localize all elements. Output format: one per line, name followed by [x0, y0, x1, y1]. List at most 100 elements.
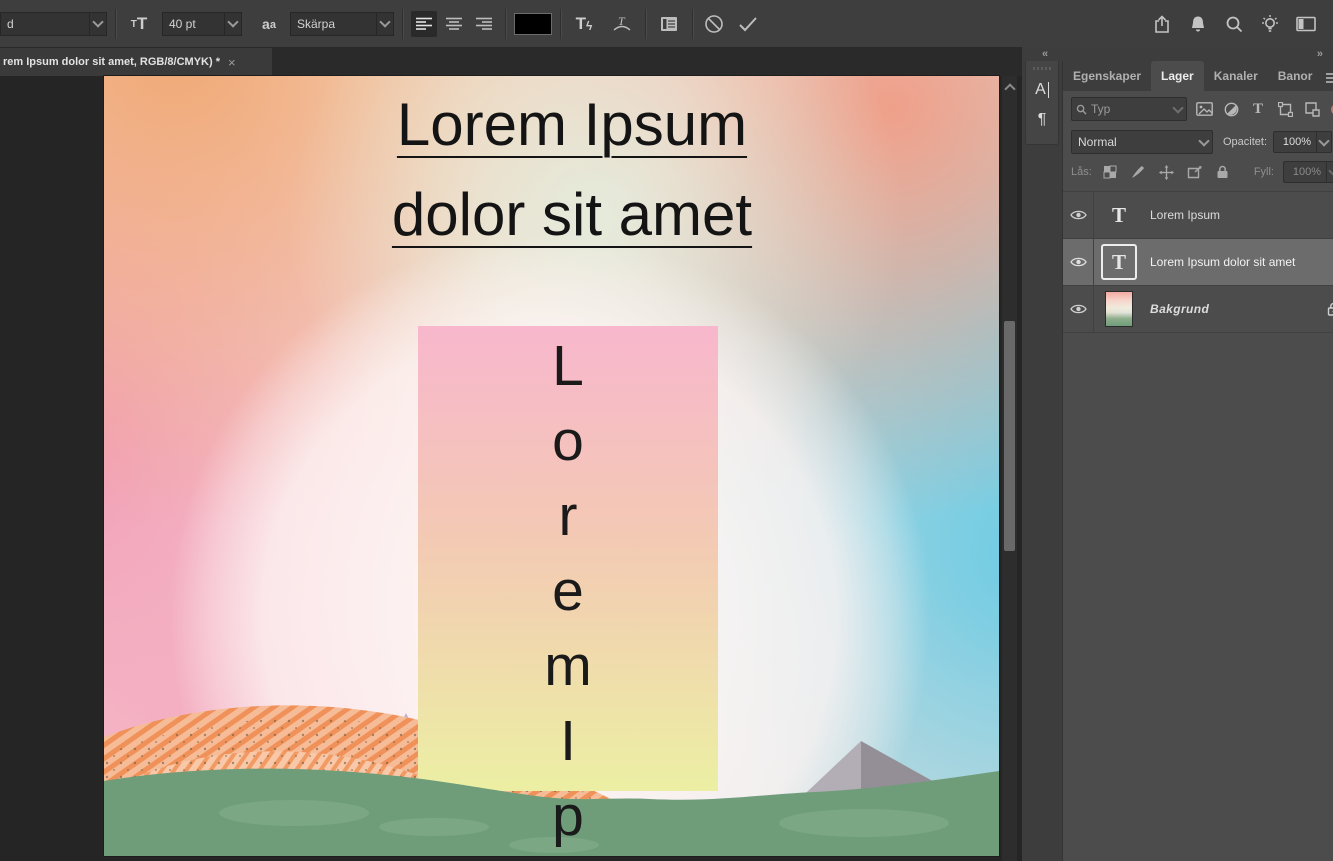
layer-row-lorem-ipsum-dolor-sit-amet[interactable]: T Lorem Ipsum dolor sit amet [1063, 239, 1333, 286]
vertical-letter: I [518, 704, 618, 779]
search-button[interactable] [1221, 11, 1247, 37]
lock-row: Lås: [1063, 157, 1333, 187]
canvas-vertical-scrollbar[interactable] [1002, 76, 1017, 861]
tab-banor[interactable]: Banor [1268, 61, 1323, 91]
align-left-icon [416, 17, 432, 31]
lock-position-icon[interactable] [1157, 163, 1176, 182]
filter-adjustment-layers-icon[interactable] [1221, 99, 1241, 119]
text-color-swatch[interactable] [514, 13, 552, 35]
filter-type-value: Typ [1091, 102, 1110, 116]
filter-smart-objects-icon[interactable] [1302, 99, 1322, 119]
panel-menu-button[interactable] [1326, 73, 1333, 83]
close-tab-icon[interactable]: × [228, 55, 236, 70]
type-layer-thumbnail[interactable]: T [1101, 244, 1137, 280]
lock-transparent-pixels-icon[interactable] [1101, 163, 1120, 182]
chevron-down-icon[interactable] [376, 13, 393, 35]
visibility-toggle[interactable] [1063, 192, 1094, 238]
vertical-letter: r [518, 479, 618, 554]
align-right-button[interactable] [471, 11, 497, 37]
visibility-toggle[interactable] [1063, 239, 1094, 285]
align-center-icon [446, 17, 462, 31]
blend-mode-select[interactable]: Normal [1071, 130, 1213, 154]
filter-type-layers-icon[interactable]: T [1248, 99, 1268, 119]
document-tab-bar: rem Ipsum dolor sit amet, RGB/8/CMYK) * … [0, 48, 1022, 76]
chevron-down-icon[interactable] [1316, 132, 1331, 152]
warp-text-button[interactable]: T [607, 11, 637, 37]
panel-grip[interactable] [1033, 67, 1051, 70]
layer-lock-indicator[interactable] [1316, 302, 1333, 316]
cancel-icon [704, 14, 724, 34]
share-button[interactable] [1149, 11, 1175, 37]
vertical-letter: m [518, 629, 618, 704]
workspace-switcher-button[interactable] [1293, 11, 1319, 37]
fill-field[interactable]: 100% [1283, 161, 1333, 183]
font-style-select[interactable]: d [0, 12, 107, 36]
heading-line-1: Lorem Ipsum [312, 80, 832, 170]
canvas-workspace: Lorem Ipsum dolor sit amet L o r e m I p [0, 76, 1022, 861]
fill-label: Fyll: [1254, 166, 1274, 178]
layer-name[interactable]: Lorem Ipsum [1144, 208, 1333, 222]
layer-row-bakgrund[interactable]: Bakgrund [1063, 286, 1333, 333]
type-lightning-button[interactable]: T ϟ [569, 11, 599, 37]
chevron-down-icon[interactable] [1326, 162, 1333, 182]
commit-edit-button[interactable] [735, 11, 761, 37]
discover-button[interactable] [1257, 11, 1283, 37]
lock-image-pixels-icon[interactable] [1129, 163, 1148, 182]
character-panel-button[interactable]: A [1027, 76, 1057, 104]
chevron-down-icon[interactable] [224, 13, 241, 35]
type-layer-thumbnail[interactable]: T [1112, 205, 1126, 226]
document-canvas[interactable]: Lorem Ipsum dolor sit amet L o r e m I p [104, 76, 999, 856]
image-layer-thumbnail[interactable] [1105, 291, 1133, 327]
fill-value: 100% [1284, 166, 1326, 178]
tab-lager[interactable]: Lager [1151, 61, 1204, 91]
right-panel-area: « » A ¶ Egenskaper Lage [1022, 47, 1333, 861]
checkmark-icon [738, 16, 758, 32]
font-size-value: 40 pt [163, 17, 224, 31]
svg-text:T: T [618, 14, 626, 28]
opacity-value: 100% [1274, 136, 1316, 148]
anti-alias-select[interactable]: Skärpa [290, 12, 394, 36]
expand-panels-icon[interactable]: » [1317, 48, 1323, 60]
opacity-label: Opacitet: [1223, 136, 1267, 148]
filter-pixel-layers-icon[interactable] [1194, 99, 1214, 119]
workspace-icon [1295, 15, 1317, 33]
layer-name[interactable]: Bakgrund [1144, 302, 1316, 316]
chevron-down-icon[interactable] [89, 13, 106, 35]
bell-icon [1188, 14, 1208, 34]
layer-name[interactable]: Lorem Ipsum dolor sit amet [1144, 255, 1333, 269]
scroll-up-icon[interactable] [1004, 83, 1015, 94]
divider [402, 9, 403, 39]
layer-row-lorem-ipsum[interactable]: T Lorem Ipsum [1063, 192, 1333, 239]
cancel-edit-button[interactable] [701, 11, 727, 37]
document-title: rem Ipsum dolor sit amet, RGB/8/CMYK) * [0, 56, 220, 68]
anti-alias-value: Skärpa [291, 17, 376, 31]
font-size-select[interactable]: 40 pt [162, 12, 242, 36]
photoshop-window: d T T 40 pt a a Skärpa [0, 0, 1333, 861]
divider [645, 9, 646, 39]
heading-line-2: dolor sit amet [312, 170, 832, 260]
paragraph-panel-button[interactable]: ¶ [1027, 106, 1057, 134]
search-icon [1224, 14, 1244, 34]
vertical-text-layer[interactable]: L o r e m I p [518, 329, 618, 854]
lock-artboard-nesting-icon[interactable] [1185, 163, 1204, 182]
heading-text-layer[interactable]: Lorem Ipsum dolor sit amet [312, 80, 832, 260]
scrollbar-thumb[interactable] [1004, 321, 1015, 551]
tab-kanaler[interactable]: Kanaler [1204, 61, 1268, 91]
visibility-toggle[interactable] [1063, 286, 1094, 332]
align-left-button[interactable] [411, 11, 437, 37]
anti-alias-icon: a a [256, 11, 282, 37]
document-tab[interactable]: rem Ipsum dolor sit amet, RGB/8/CMYK) * … [0, 48, 272, 76]
panels-icon [659, 15, 679, 33]
opacity-field[interactable]: 100% [1273, 131, 1332, 153]
filter-shape-layers-icon[interactable] [1275, 99, 1295, 119]
notifications-button[interactable] [1185, 11, 1211, 37]
blend-mode-row: Normal Opacitet: 100% [1063, 127, 1333, 157]
lock-all-icon[interactable] [1213, 163, 1232, 182]
tab-egenskaper[interactable]: Egenskaper [1063, 61, 1151, 91]
type-options-bar: d T T 40 pt a a Skärpa [0, 0, 1333, 48]
layer-filter-select[interactable]: Typ [1071, 97, 1187, 121]
warp-text-icon: T [611, 14, 633, 34]
align-center-button[interactable] [441, 11, 467, 37]
collapse-panels-icon[interactable]: « [1042, 48, 1048, 60]
toggle-panels-button[interactable] [654, 11, 684, 37]
